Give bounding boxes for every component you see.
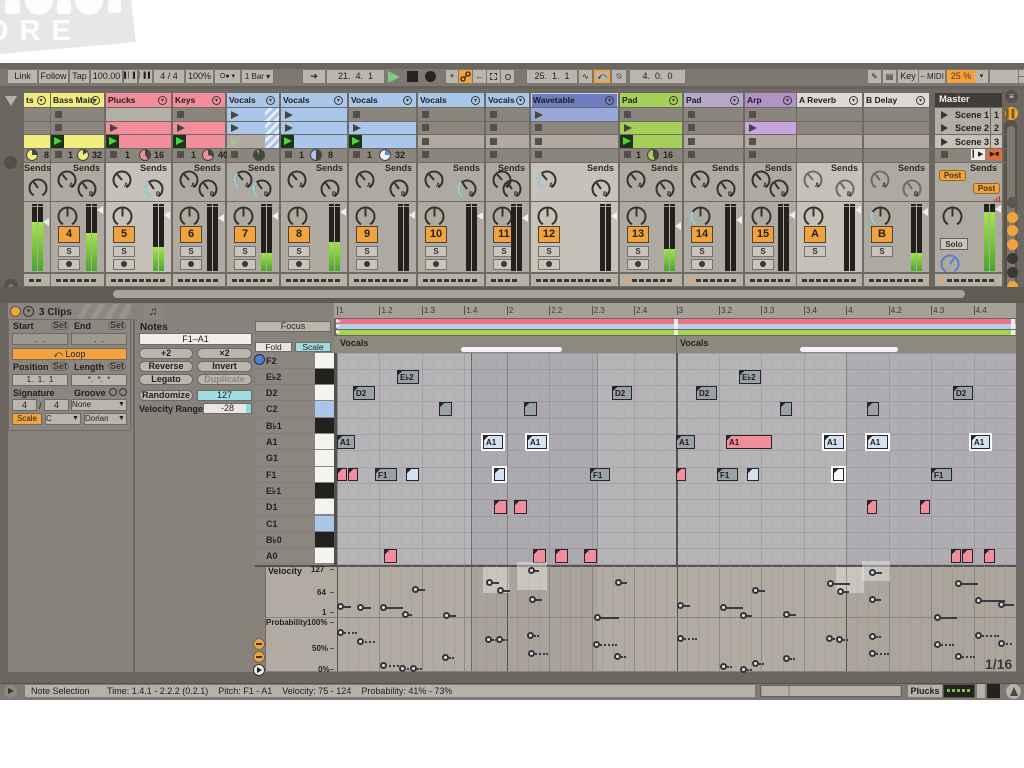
svg-text:ORE: ORE (0, 15, 82, 47)
